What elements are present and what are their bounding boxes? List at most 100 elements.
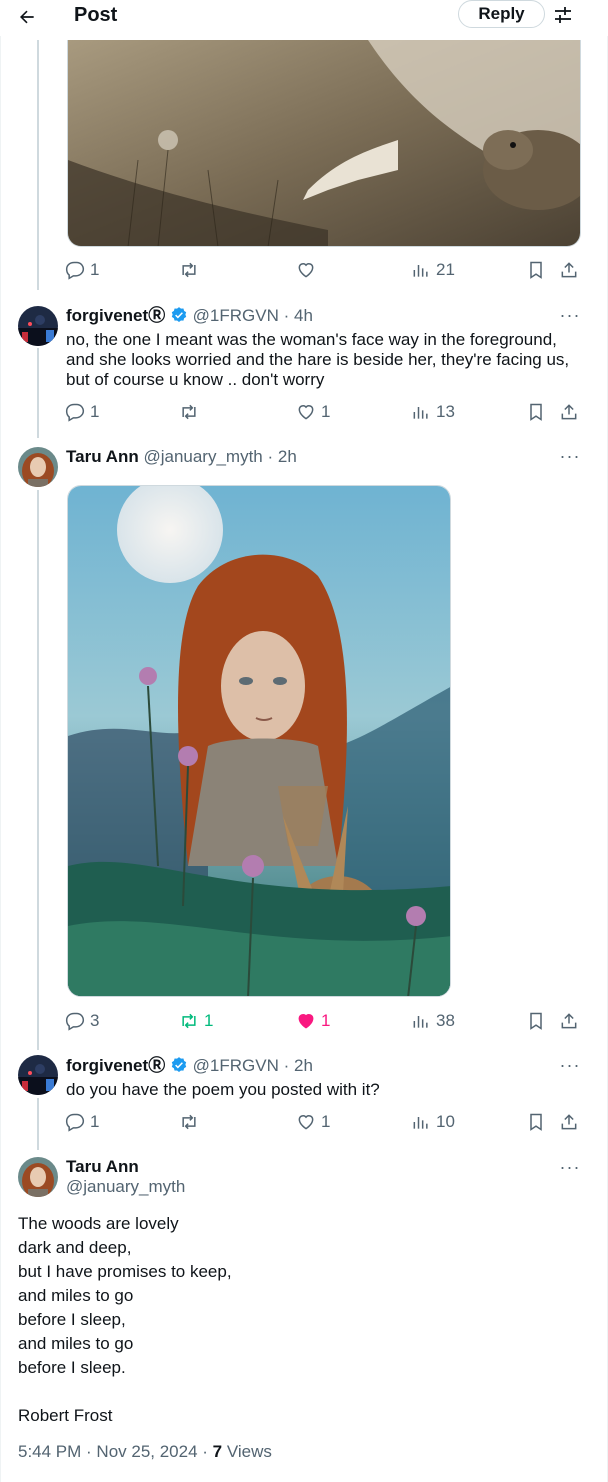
author-suffix: Ⓡ [148, 306, 166, 325]
bookmark-icon[interactable] [526, 1111, 546, 1133]
avatar[interactable] [18, 1055, 58, 1095]
tweet-meta: forgivenetⓇ @1FRGVN · 2h [66, 1055, 313, 1077]
post-image[interactable] [67, 485, 451, 997]
poem-line: and miles to go [18, 1286, 134, 1305]
reply-action[interactable]: 1 [65, 1111, 99, 1133]
bookmark-icon[interactable] [526, 1010, 546, 1032]
author-name[interactable]: Taru Ann [66, 1157, 139, 1177]
like-action[interactable] [296, 259, 321, 281]
repost-action[interactable] [179, 259, 204, 281]
action-bar: 1 21 [65, 259, 583, 281]
share-icon[interactable] [559, 1010, 579, 1032]
bar-chart-icon [413, 1117, 428, 1129]
post-time[interactable]: · 2h [268, 447, 297, 466]
view-count: 10 [436, 1112, 455, 1131]
views-action[interactable]: 38 [411, 1010, 455, 1032]
repost-icon [182, 404, 196, 420]
author-handle[interactable]: @january_myth [66, 1177, 185, 1197]
tweet-text: do you have the poem you posted with it? [66, 1080, 380, 1099]
tweet-meta: forgivenetⓇ @1FRGVN · 4h [66, 305, 313, 327]
views-label: Views [226, 1442, 272, 1461]
avatar[interactable] [18, 447, 58, 487]
reply-action[interactable]: 3 [65, 1010, 99, 1032]
repost-action[interactable] [179, 401, 204, 423]
tweet-meta: Taru Ann @january_myth · 2h [66, 446, 297, 468]
reply-action[interactable]: 1 [65, 401, 99, 423]
reply-action[interactable]: 1 [65, 259, 99, 281]
author-handle[interactable]: @1FRGVN [193, 306, 279, 325]
post-image[interactable] [67, 40, 581, 247]
heart-icon [298, 405, 314, 420]
repost-action[interactable] [179, 1111, 204, 1133]
poem-line: and miles to go [18, 1334, 134, 1353]
avatar[interactable] [18, 306, 58, 346]
thread-line [37, 1098, 39, 1150]
poem-line: before I sleep. [18, 1358, 126, 1377]
reply-count: 1 [90, 402, 100, 421]
sliders-icon[interactable] [553, 5, 573, 25]
post-time[interactable]: · 2h [284, 1056, 313, 1075]
view-count: 38 [436, 1011, 455, 1030]
repost-icon [182, 1013, 196, 1029]
heart-filled-icon [298, 1014, 314, 1029]
reply-icon [65, 261, 85, 280]
heart-icon [298, 1115, 314, 1130]
more-options-icon[interactable]: ··· [558, 1158, 582, 1180]
author-suffix: Ⓡ [148, 1056, 166, 1075]
views-action[interactable]: 21 [411, 259, 455, 281]
post-timestamp: 5:44 PM · Nov 25, 2024 · 7 Views [18, 1442, 272, 1461]
repost-action[interactable]: 1 [179, 1010, 213, 1032]
thread-line [37, 348, 39, 438]
bookmark-icon[interactable] [526, 259, 546, 281]
author-handle[interactable]: @1FRGVN [193, 1056, 279, 1075]
avatar[interactable] [18, 1157, 58, 1197]
share-icon[interactable] [559, 259, 579, 281]
poem-line: before I sleep, [18, 1310, 126, 1329]
poem-line: Robert Frost [18, 1406, 113, 1425]
page-title: Post [74, 4, 118, 26]
author-handle[interactable]: @january_myth [143, 447, 262, 466]
view-count: 21 [436, 260, 455, 279]
bar-chart-icon [413, 1016, 428, 1028]
poem-line [18, 1380, 578, 1404]
post-time[interactable]: 5:44 PM [18, 1442, 81, 1461]
poem-line: but I have promises to keep, [18, 1262, 232, 1281]
share-icon[interactable] [559, 1111, 579, 1133]
more-options-icon[interactable]: ··· [558, 447, 582, 469]
like-count: 1 [321, 402, 331, 421]
more-options-icon[interactable]: ··· [558, 1056, 582, 1078]
top-bar: Post Reply [0, 0, 608, 36]
poem-line: The woods are lovely [18, 1214, 179, 1233]
tweet-text: no, the one I meant was the woman's face… [66, 330, 570, 389]
reply-icon [65, 403, 85, 422]
like-action[interactable]: 1 [296, 1010, 330, 1032]
post-date[interactable]: Nov 25, 2024 [96, 1442, 197, 1461]
bookmark-icon[interactable] [526, 401, 546, 423]
repost-icon [182, 1114, 196, 1130]
views-action[interactable]: 13 [411, 401, 455, 423]
reply-icon [65, 1012, 85, 1031]
thread-line [37, 40, 39, 290]
thread-line [37, 490, 39, 1050]
action-bar: 1 1 10 [65, 1111, 583, 1133]
post-time[interactable]: · 4h [284, 306, 313, 325]
bar-chart-icon [413, 407, 428, 419]
view-count: 7 [212, 1442, 223, 1461]
back-arrow-icon[interactable] [14, 5, 40, 29]
action-bar: 1 1 13 [65, 401, 583, 423]
like-count: 1 [321, 1011, 331, 1030]
repost-count: 1 [204, 1011, 214, 1030]
action-bar: 3 1 1 38 [65, 1010, 583, 1032]
author-name[interactable]: Taru Ann [66, 447, 139, 466]
author-name[interactable]: forgivenet [66, 1056, 148, 1075]
views-action[interactable]: 10 [411, 1111, 455, 1133]
heart-icon [298, 263, 314, 278]
share-icon[interactable] [559, 401, 579, 423]
like-action[interactable]: 1 [296, 1111, 330, 1133]
reply-count: 3 [90, 1011, 100, 1030]
reply-button[interactable]: Reply [458, 0, 545, 28]
bar-chart-icon [413, 265, 428, 277]
author-name[interactable]: forgivenet [66, 306, 148, 325]
like-action[interactable]: 1 [296, 401, 330, 423]
more-options-icon[interactable]: ··· [558, 306, 582, 328]
